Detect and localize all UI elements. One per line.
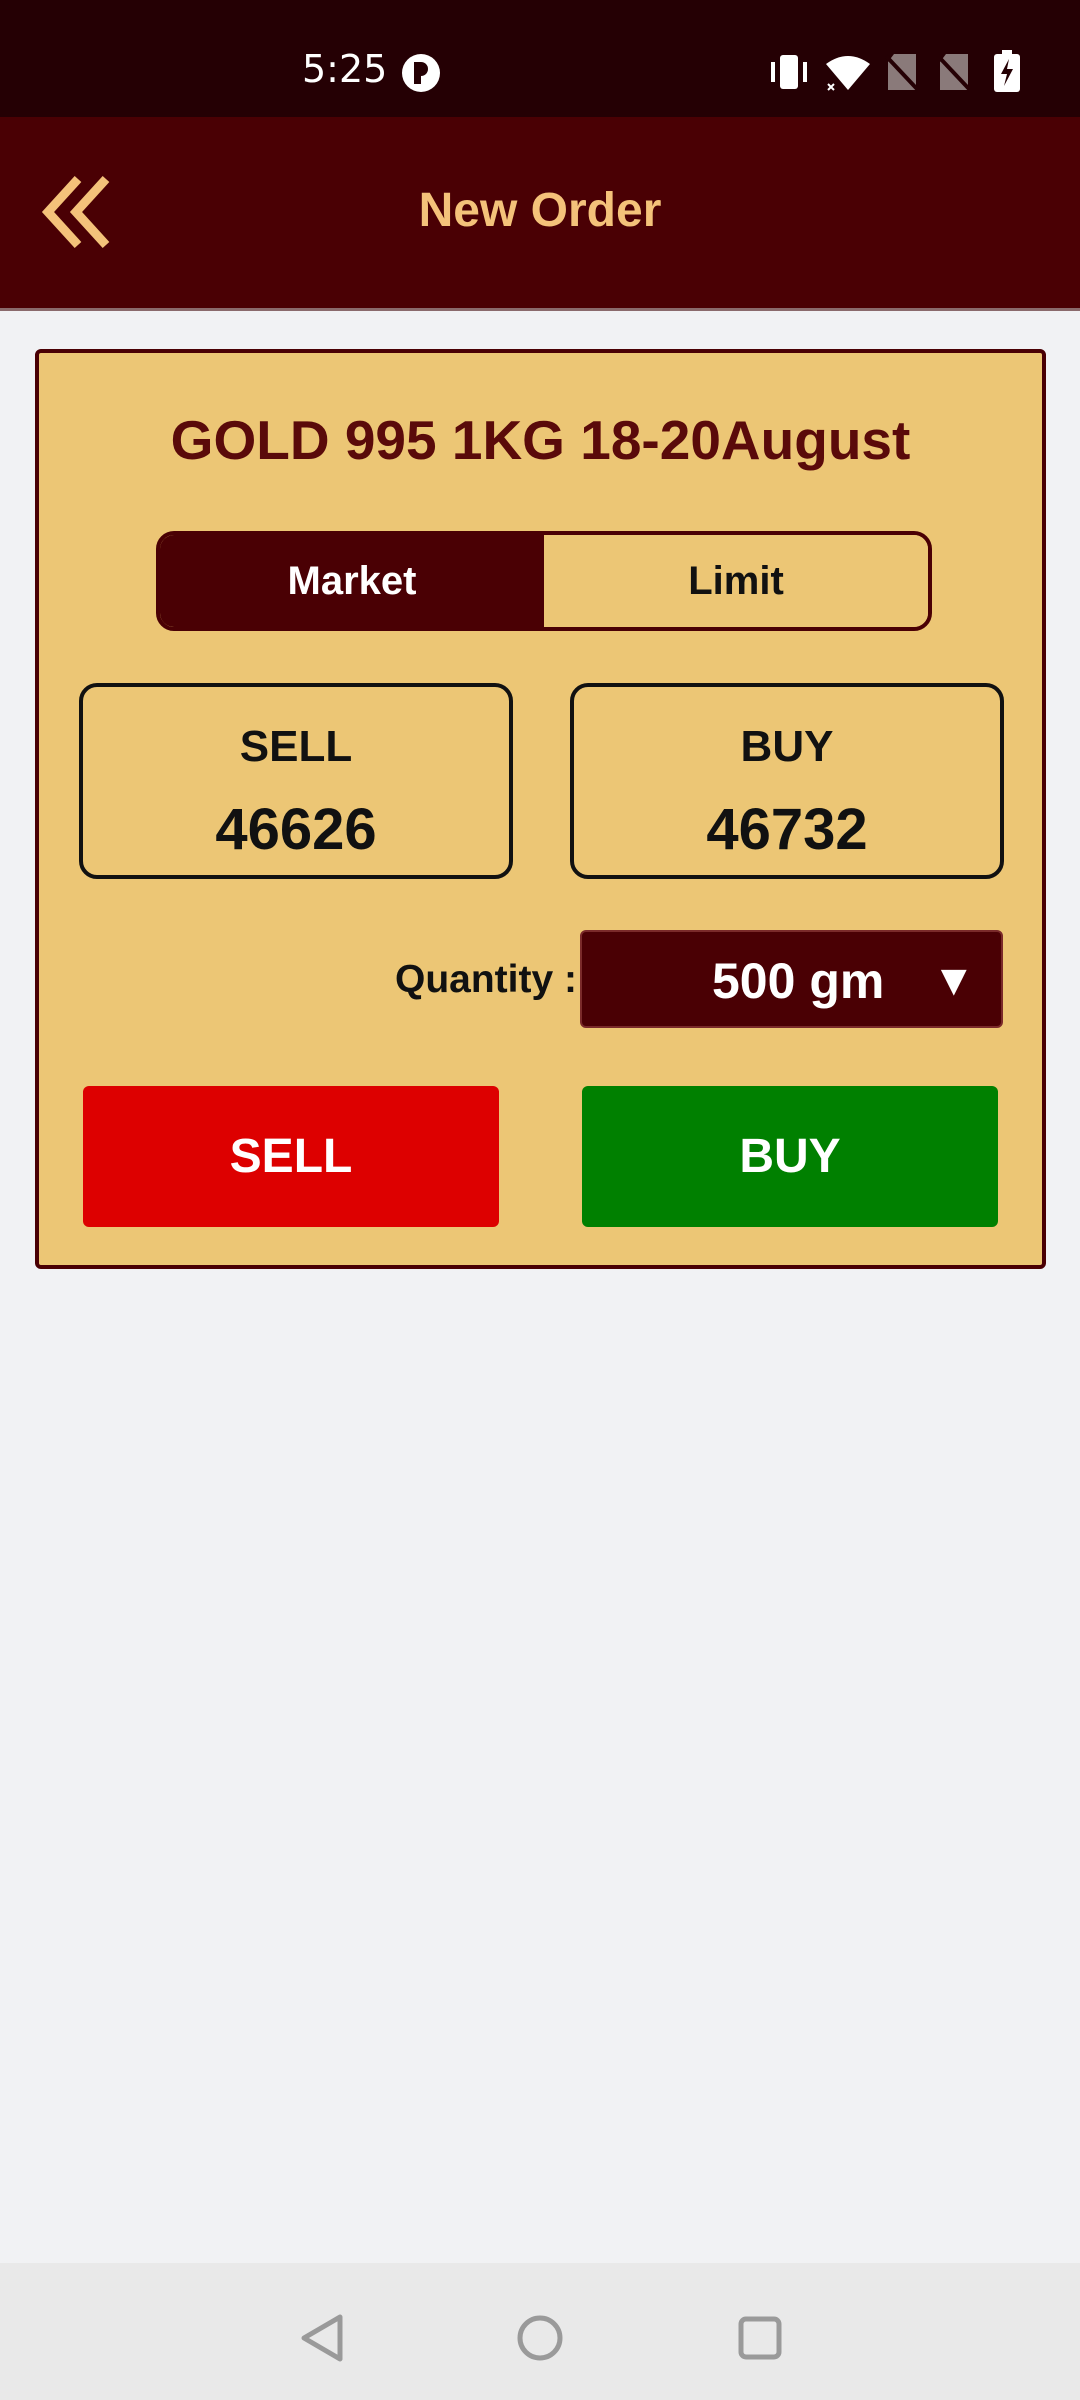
dropdown-arrow-icon: ▼ [932,956,976,1005]
buy-price-label: BUY [740,722,834,771]
buy-price-value: 46732 [706,797,868,862]
order-card: GOLD 995 1KG 18-20August Market Limit SE… [35,349,1046,1269]
tab-limit[interactable]: Limit [544,535,928,627]
recents-square-icon [738,2316,782,2360]
back-triangle-icon [301,2314,343,2362]
sell-price-value: 46626 [215,797,377,862]
wifi-icon [824,54,872,97]
nav-back-button[interactable] [288,2303,358,2373]
buy-button[interactable]: BUY [582,1086,998,1227]
status-time: 5:25 [302,47,388,91]
no-sim-icon [936,52,972,97]
page-title: New Order [418,184,662,237]
status-bar: 5:25 [0,0,1080,117]
nav-recents-button[interactable] [725,2303,795,2373]
quantity-value: 500 gm [712,953,885,1009]
sell-button[interactable]: SELL [83,1086,499,1227]
home-circle-icon [517,2315,563,2361]
quantity-label: Quantity : [395,958,577,1001]
nav-home-button[interactable] [505,2303,575,2373]
system-nav-bar [0,2263,1080,2400]
tab-market[interactable]: Market [160,535,544,627]
sell-price-box: SELL 46626 [79,683,513,879]
sell-price-label: SELL [239,722,353,771]
app-bar: New Order [0,117,1080,311]
battery-charging-icon [992,50,1022,97]
quantity-dropdown[interactable]: 500 gm ▼ [580,930,1003,1028]
app-notification-icon [400,52,442,99]
order-type-toggle: Market Limit [156,531,932,631]
buy-price-box: BUY 46732 [570,683,1004,879]
instrument-title: GOLD 995 1KG 18-20August [170,409,911,471]
no-sim-icon [884,52,920,97]
vibrate-icon [768,52,810,97]
